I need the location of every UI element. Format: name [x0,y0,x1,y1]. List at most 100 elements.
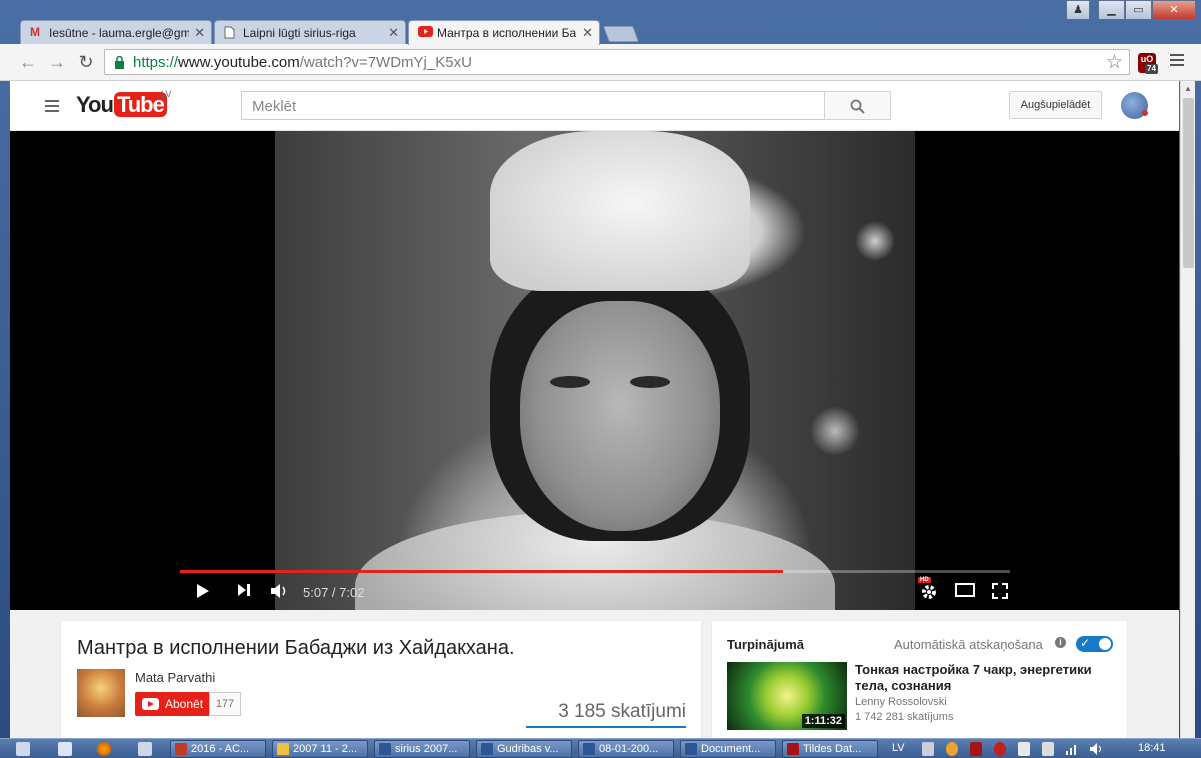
youtube-page: You Tube LV Meklēt Augšupielādēt 5:07 / … [10,81,1179,738]
url-scheme: https:// [133,54,179,71]
settings-gear-icon[interactable] [920,583,938,601]
firefox-icon[interactable] [97,742,111,756]
close-window-button[interactable]: ✕ [1152,0,1196,20]
scrollbar-thumb[interactable] [1183,98,1194,268]
theater-mode-icon[interactable] [955,583,975,597]
like-bar [526,726,686,728]
subscriber-count: 177 [209,692,241,716]
progress-fill [180,570,784,573]
back-arrow-icon[interactable]: ← [17,52,39,74]
flag-icon[interactable] [1018,742,1030,756]
tab-gmail[interactable]: M Iesūtne - lauma.ergle@gm ✕ [20,20,212,45]
video-title: Мантра в исполнении Бабаджи из Хайдакхан… [77,637,515,659]
app-icon [175,743,187,755]
channel-avatar[interactable] [77,669,125,717]
video-figure-eye [550,376,590,388]
search-icon [850,99,865,114]
subscribe-button[interactable]: Abonēt [135,692,209,716]
maximize-button[interactable]: ▭ [1125,0,1152,20]
search-button[interactable] [824,91,891,120]
next-icon[interactable] [237,583,251,597]
task-label: 2016 - AC... [191,743,250,755]
gmail-icon: M [30,25,40,39]
video-frame[interactable] [275,131,915,610]
autoplay-toggle[interactable]: ✓ [1076,636,1113,652]
address-bar[interactable]: https://www.youtube.com/watch?v=7WDmYj_K… [104,49,1130,75]
fullscreen-icon[interactable] [992,583,1008,599]
guide-menu-icon[interactable] [45,100,59,115]
video-figure-face [520,301,720,531]
logo-tube: Tube [113,92,167,117]
page-icon [224,26,238,39]
tildes-icon [787,743,799,755]
tab-label: Iesūtne - lauma.ergle@gm [49,26,189,40]
reload-icon[interactable]: ↻ [75,52,97,74]
folder-icon [277,743,289,755]
taskbar-task[interactable]: 2007 11 - 2... [272,740,368,758]
browser-menu-icon[interactable] [1170,54,1184,69]
up-next-heading: Turpinājumā [727,637,805,652]
logo-you: You [76,92,114,117]
next-video-channel: Lenny Rossolovski [855,696,947,708]
forward-arrow-icon[interactable]: → [46,52,68,74]
word-icon [583,743,595,755]
new-tab-button[interactable] [603,26,639,42]
view-count: 3 185 skatījumi [558,701,686,722]
speaker-icon[interactable] [1090,743,1104,755]
minimize-button[interactable]: ▁ [1098,0,1125,20]
user-profile-button[interactable]: ♟ [1066,0,1090,20]
play-icon[interactable] [196,583,210,599]
url-host: www.youtube.com [178,54,300,71]
tray-icon[interactable] [994,742,1006,756]
show-desktop-icon[interactable] [16,742,30,756]
video-figure-cap [490,131,750,291]
tab-strip: M Iesūtne - lauma.ergle@gm ✕ Laipni lūgt… [0,0,1201,45]
taskbar-task[interactable]: Gudribas v... [476,740,572,758]
taskbar-task[interactable]: Tildes Dat... [782,740,878,758]
task-label: 08-01-200... [599,743,659,755]
autoplay-label: Automātiskā atskaņošana [894,637,1043,652]
tab-sirius[interactable]: Laipni lūgti sirius-riga ✕ [214,20,406,45]
tray-icon[interactable] [970,742,982,756]
usb-icon[interactable] [1042,742,1054,756]
next-video-thumbnail[interactable]: 1:11:32 [727,662,847,730]
tab-label: Laipni lūgti sirius-riga [243,26,356,40]
volume-icon[interactable] [270,583,290,599]
windows-taskbar: 2016 - AC... 2007 11 - 2... sirius 2007.… [0,738,1201,758]
next-video-title[interactable]: Тонкая настройка 7 чакр, энергетики тела… [855,662,1115,694]
close-tab-icon[interactable]: ✕ [388,25,399,41]
next-video-views: 1 742 281 skatījums [855,711,954,723]
browser-toolbar: ← → ↻ https://www.youtube.com/watch?v=7W… [0,44,1201,81]
explorer-icon[interactable] [58,742,72,756]
info-icon[interactable]: i [1055,637,1066,648]
video-player[interactable]: 5:07 / 7:02 HD [10,131,1179,610]
tab-label: Мантра в исполнении Ба [437,26,577,40]
player-controls: 5:07 / 7:02 HD [180,562,1010,610]
bookmark-star-icon[interactable]: ☆ [1106,51,1123,74]
tray-icon[interactable] [922,742,934,756]
taskbar-task[interactable]: 2016 - AC... [170,740,266,758]
lock-icon [115,56,124,69]
close-tab-icon[interactable]: ✕ [194,25,205,41]
youtube-logo[interactable]: You Tube LV [76,89,171,118]
channel-name[interactable]: Mata Parvathi [135,670,215,685]
language-indicator[interactable]: LV [892,742,905,754]
network-icon[interactable] [1066,743,1080,755]
close-tab-icon[interactable]: ✕ [582,25,593,41]
taskbar-task[interactable]: 08-01-200... [578,740,674,758]
taskbar-task[interactable]: Document... [680,740,776,758]
search-input[interactable]: Meklēt [241,91,825,120]
avatar[interactable] [1121,92,1148,119]
upload-button[interactable]: Augšupielādēt [1009,91,1102,119]
paint-icon[interactable] [138,742,152,756]
video-figure-eye [630,376,670,388]
task-label: Gudribas v... [497,743,559,755]
clock: 18:41 [1138,742,1166,754]
progress-bar[interactable] [180,570,1010,573]
scroll-up-icon[interactable]: ▲ [1184,84,1192,93]
tab-youtube[interactable]: Мантра в исполнении Ба ✕ [408,20,600,45]
taskbar-task[interactable]: sirius 2007... [374,740,470,758]
ublock-extension-icon[interactable]: uO 74 [1138,53,1158,74]
tray-icon[interactable] [946,742,958,756]
page-scrollbar[interactable]: ▲ [1180,81,1195,738]
